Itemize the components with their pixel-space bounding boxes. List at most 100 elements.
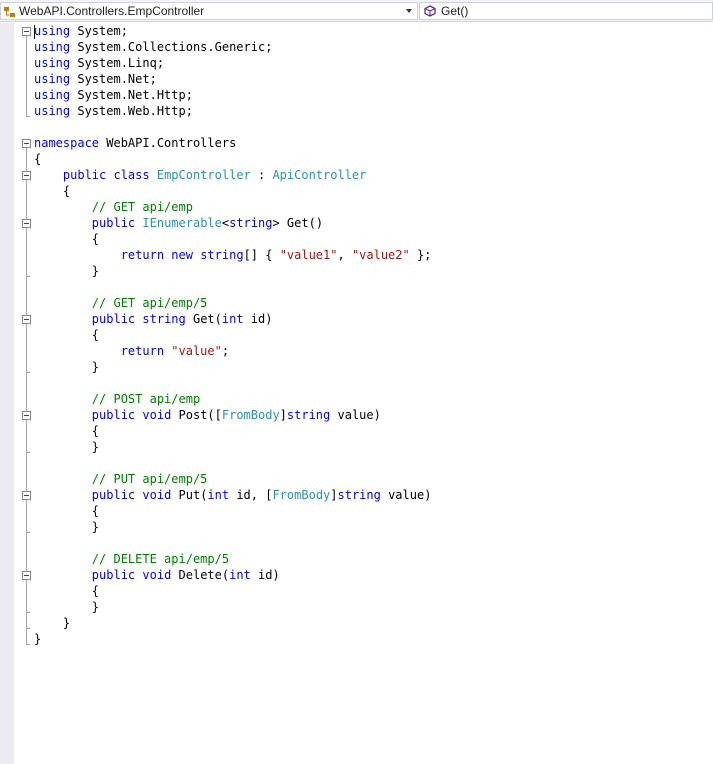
collapse-icon[interactable]	[22, 315, 31, 324]
outline-line	[26, 36, 27, 116]
code-token: "value"	[171, 344, 222, 358]
code-token: public	[34, 168, 107, 182]
code-token: id)	[250, 568, 280, 582]
collapse-icon[interactable]	[22, 571, 31, 580]
code-token: value)	[330, 408, 381, 422]
code-line: using System.Net.Http;	[34, 87, 193, 103]
code-comment: // POST api/emp	[34, 392, 201, 406]
code-line: }	[34, 520, 100, 534]
code-token: public	[34, 488, 136, 502]
code-line: return "value";	[34, 343, 229, 359]
code-token: FromBody	[272, 488, 331, 502]
code-token: System.Net.Http;	[70, 88, 193, 102]
code-line: {	[34, 328, 100, 342]
code-line: {	[34, 184, 71, 198]
code-token: value)	[380, 488, 432, 502]
code-token: id, [	[229, 488, 273, 502]
code-token: using	[34, 104, 71, 118]
code-token: int	[229, 568, 251, 582]
code-comment: // PUT api/emp/5	[34, 472, 208, 486]
code-token: string	[229, 216, 273, 230]
class-dropdown-value: WebAPI.Controllers.EmpController	[19, 4, 205, 18]
code-token: return	[34, 248, 165, 262]
code-token: System.Net;	[70, 72, 157, 86]
code-token: ApiController	[272, 168, 367, 182]
code-line: }	[34, 616, 71, 630]
code-token: public	[34, 408, 136, 422]
code-token: > Get()	[272, 216, 324, 230]
code-token: Post([	[171, 408, 222, 422]
code-token: };	[409, 248, 432, 262]
outline-end	[26, 612, 30, 613]
outline-end	[26, 644, 30, 645]
collapse-icon[interactable]	[22, 171, 31, 180]
collapse-icon[interactable]	[22, 27, 31, 36]
code-token: using	[34, 24, 71, 38]
code-token: id)	[243, 312, 273, 326]
code-token: namespace	[34, 136, 100, 150]
code-line: }	[34, 264, 100, 278]
code-line: {	[34, 504, 100, 518]
member-dropdown[interactable]: Get()	[419, 2, 713, 20]
code-token: System.Linq;	[70, 56, 165, 70]
code-line: public IEnumerable<string> Get()	[34, 215, 323, 231]
code-token: ]	[279, 408, 287, 422]
code-token: void	[142, 568, 172, 582]
code-token: return	[34, 344, 165, 358]
code-token: Get(	[185, 312, 222, 326]
collapse-icon[interactable]	[22, 219, 31, 228]
outline-end	[26, 628, 30, 629]
code-line: {	[34, 232, 100, 246]
code-token: void	[142, 488, 172, 502]
code-token: void	[142, 408, 172, 422]
code-token: string	[337, 488, 381, 502]
code-token: "value2"	[351, 248, 410, 262]
code-token: :	[250, 168, 273, 182]
text-caret	[34, 25, 35, 39]
code-line: {	[34, 152, 42, 166]
class-icon	[4, 6, 16, 17]
code-token: Delete(	[171, 568, 230, 582]
code-line: {	[34, 584, 100, 598]
code-token: IEnumerable	[142, 216, 222, 230]
code-comment: // GET api/emp	[34, 200, 193, 214]
code-token: ;	[221, 344, 230, 358]
code-token: ,	[337, 248, 352, 262]
outline-end	[26, 532, 30, 533]
code-line: public class EmpController : ApiControll…	[34, 167, 366, 183]
class-dropdown[interactable]: WebAPI.Controllers.EmpController	[0, 2, 418, 20]
code-line: }	[34, 600, 100, 614]
code-comment: // DELETE api/emp/5	[34, 552, 230, 566]
code-token: Put(	[171, 488, 208, 502]
code-token: public	[34, 216, 136, 230]
code-token: int	[221, 312, 244, 326]
code-token: class	[113, 168, 150, 182]
code-token: using	[34, 56, 71, 70]
code-token: "value1"	[279, 248, 338, 262]
collapse-icon[interactable]	[22, 491, 31, 500]
code-line: {	[34, 424, 100, 438]
code-line: using System.Net;	[34, 71, 157, 87]
code-token: public	[34, 568, 136, 582]
code-token: ]	[330, 488, 338, 502]
code-token: [] {	[243, 248, 280, 262]
code-token: using	[34, 72, 71, 86]
code-line: public void Post([FromBody]string value)	[34, 407, 381, 423]
code-line: }	[34, 360, 100, 374]
code-token: using	[34, 88, 71, 102]
code-line: public void Delete(int id)	[34, 567, 280, 583]
code-token: new	[171, 248, 193, 262]
editor-margin	[0, 23, 14, 764]
code-token: WebAPI.Controllers	[99, 136, 237, 150]
collapse-icon[interactable]	[22, 139, 31, 148]
code-token: System.Web.Http;	[70, 104, 193, 118]
collapse-icon[interactable]	[22, 411, 31, 420]
code-comment: // GET api/emp/5	[34, 296, 208, 310]
code-line: }	[34, 440, 100, 454]
chevron-down-icon[interactable]	[403, 5, 415, 17]
code-token: System.Collections.Generic;	[70, 40, 273, 54]
code-token: public	[34, 312, 136, 326]
code-line: using System.Web.Http;	[34, 103, 193, 119]
code-token: System;	[70, 24, 128, 38]
